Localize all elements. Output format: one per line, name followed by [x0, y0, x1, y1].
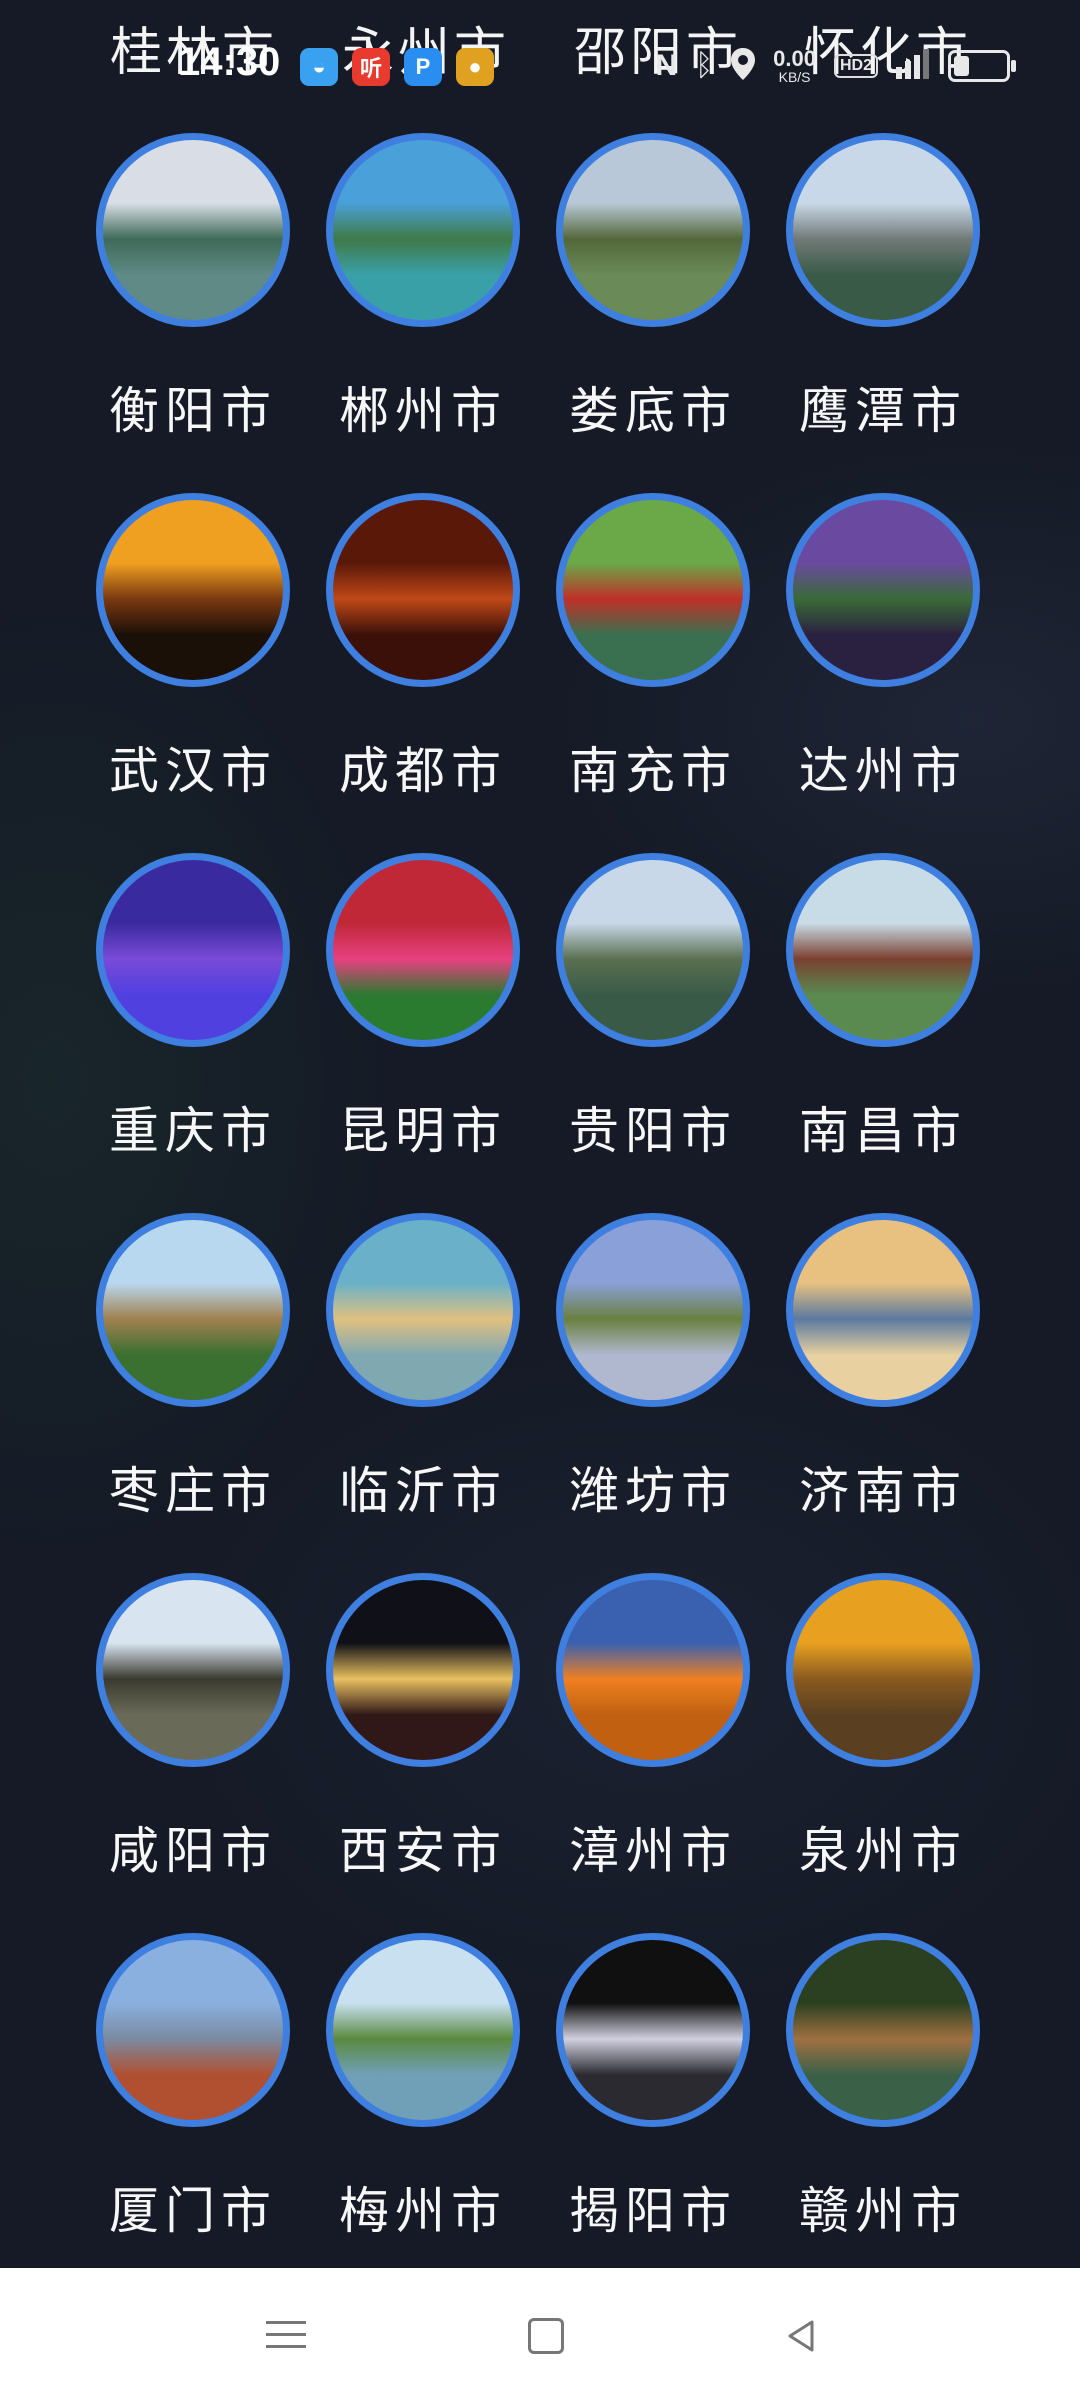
- city-item[interactable]: 贵阳市: [538, 853, 768, 1163]
- city-name-label[interactable]: 潍坊市: [538, 1451, 768, 1523]
- cloud-app-icon: ◒: [300, 48, 338, 86]
- p-app-icon: P: [404, 48, 442, 86]
- city-name-label[interactable]: 厦门市: [78, 2171, 308, 2243]
- city-item[interactable]: 重庆市: [78, 853, 308, 1163]
- recent-apps-button[interactable]: [262, 2312, 310, 2360]
- city-photo[interactable]: [96, 1213, 290, 1407]
- city-item[interactable]: 西安市: [308, 1573, 538, 1883]
- city-name-label[interactable]: 枣庄市: [78, 1451, 308, 1523]
- city-item[interactable]: 南充市: [538, 493, 768, 803]
- city-name-label[interactable]: 昆明市: [308, 1091, 538, 1163]
- city-item[interactable]: 达州市: [768, 493, 998, 803]
- city-name-label[interactable]: 梅州市: [308, 2171, 538, 2243]
- city-name-label[interactable]: 郴州市: [308, 371, 538, 443]
- city-item[interactable]: 揭阳市: [538, 1933, 768, 2243]
- city-photo[interactable]: [96, 853, 290, 1047]
- city-photo[interactable]: [326, 1933, 520, 2127]
- city-item[interactable]: 厦门市: [78, 1933, 308, 2243]
- status-bar: 桂林市 永州市 邵阳市 怀化市 14:30 ◒听P● N ᛒ 0.00 KB/S…: [0, 0, 1080, 130]
- city-name-label[interactable]: 衡阳市: [78, 371, 308, 443]
- city-name-label[interactable]: 西安市: [308, 1811, 538, 1883]
- city-photo[interactable]: [786, 1933, 980, 2127]
- city-photo[interactable]: [326, 493, 520, 687]
- city-name-label[interactable]: 贵阳市: [538, 1091, 768, 1163]
- city-item[interactable]: 赣州市: [768, 1933, 998, 2243]
- city-name-label[interactable]: 南充市: [538, 731, 768, 803]
- city-item[interactable]: 昆明市: [308, 853, 538, 1163]
- city-photo[interactable]: [556, 1933, 750, 2127]
- city-item[interactable]: 临沂市: [308, 1213, 538, 1523]
- multicolor-app-icon: ●: [456, 48, 494, 86]
- city-photo[interactable]: [786, 133, 980, 327]
- home-button[interactable]: [522, 2312, 570, 2360]
- city-item[interactable]: 济南市: [768, 1213, 998, 1523]
- city-photo[interactable]: [326, 133, 520, 327]
- city-item[interactable]: 咸阳市: [78, 1573, 308, 1883]
- city-photo[interactable]: [326, 1573, 520, 1767]
- city-photo[interactable]: [786, 1213, 980, 1407]
- back-button[interactable]: [778, 2312, 826, 2360]
- nfc-icon: N: [655, 49, 678, 82]
- city-item[interactable]: 郴州市: [308, 133, 538, 443]
- city-photo[interactable]: [96, 493, 290, 687]
- city-item[interactable]: 泉州市: [768, 1573, 998, 1883]
- city-photo[interactable]: [556, 1573, 750, 1767]
- city-name-label[interactable]: 赣州市: [768, 2171, 998, 2243]
- city-name-label[interactable]: 漳州市: [538, 1811, 768, 1883]
- city-photo[interactable]: [96, 1933, 290, 2127]
- battery-icon: [948, 50, 1016, 82]
- bluetooth-icon: ᛒ: [695, 49, 714, 82]
- city-item[interactable]: 漳州市: [538, 1573, 768, 1883]
- city-photo[interactable]: [786, 853, 980, 1047]
- city-item[interactable]: 南昌市: [768, 853, 998, 1163]
- city-name-label[interactable]: 武汉市: [78, 731, 308, 803]
- city-item[interactable]: 潍坊市: [538, 1213, 768, 1523]
- city-item[interactable]: 娄底市: [538, 133, 768, 443]
- city-name-label[interactable]: 南昌市: [768, 1091, 998, 1163]
- city-item[interactable]: 成都市: [308, 493, 538, 803]
- city-name-label[interactable]: 达州市: [768, 731, 998, 803]
- city-photo[interactable]: [326, 853, 520, 1047]
- city-photo[interactable]: [556, 1213, 750, 1407]
- city-name-label[interactable]: 泉州市: [768, 1811, 998, 1883]
- ting-app-icon: 听: [352, 48, 390, 86]
- city-name-label[interactable]: 临沂市: [308, 1451, 538, 1523]
- city-item[interactable]: 枣庄市: [78, 1213, 308, 1523]
- city-item[interactable]: 梅州市: [308, 1933, 538, 2243]
- system-icons: N ᛒ 0.00 KB/S HD2: [655, 44, 1016, 88]
- city-photo[interactable]: [556, 853, 750, 1047]
- city-photo[interactable]: [96, 133, 290, 327]
- city-photo[interactable]: [96, 1573, 290, 1767]
- signal-icon: [896, 48, 930, 84]
- city-photo[interactable]: [556, 493, 750, 687]
- network-speed-value: 0.00: [773, 46, 816, 71]
- city-photo[interactable]: [786, 1573, 980, 1767]
- hd-voice-badge: HD2: [833, 54, 878, 78]
- city-name-label[interactable]: 重庆市: [78, 1091, 308, 1163]
- city-name-label[interactable]: 济南市: [768, 1451, 998, 1523]
- city-photo[interactable]: [326, 1213, 520, 1407]
- location-icon: [731, 47, 756, 85]
- city-photo[interactable]: [556, 133, 750, 327]
- city-item[interactable]: 衡阳市: [78, 133, 308, 443]
- city-name-label[interactable]: 成都市: [308, 731, 538, 803]
- city-item[interactable]: 鹰潭市: [768, 133, 998, 443]
- network-speed: 0.00 KB/S: [773, 46, 816, 85]
- city-item[interactable]: 武汉市: [78, 493, 308, 803]
- city-photo[interactable]: [786, 493, 980, 687]
- network-speed-unit: KB/S: [778, 69, 811, 85]
- city-name-label[interactable]: 咸阳市: [78, 1811, 308, 1883]
- city-name-label[interactable]: 鹰潭市: [768, 371, 998, 443]
- status-time: 14:30: [178, 40, 281, 84]
- city-name-label[interactable]: 揭阳市: [538, 2171, 768, 2243]
- city-name-label[interactable]: 娄底市: [538, 371, 768, 443]
- navigation-bar: [0, 2268, 1080, 2400]
